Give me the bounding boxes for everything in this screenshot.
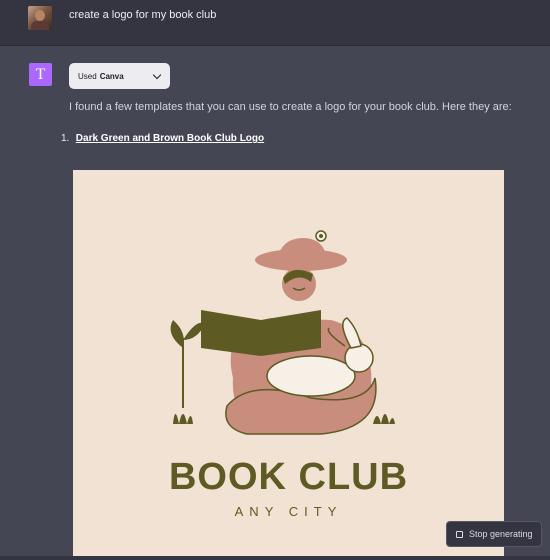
book-left-cover — [201, 310, 261, 356]
book-right-cover — [261, 310, 321, 356]
composer-edge — [0, 556, 550, 560]
stop-generating-button[interactable]: Stop generating — [446, 521, 542, 547]
grass-right — [373, 414, 395, 424]
list-item: 1. Dark Green and Brown Book Club Logo — [61, 133, 264, 144]
avatar-shirt — [31, 21, 49, 30]
stop-generating-label: Stop generating — [469, 529, 533, 539]
user-avatar — [28, 6, 52, 30]
logo-preview-image[interactable]: BOOK CLUB ANY CITY — [73, 170, 504, 560]
grass-left — [173, 414, 193, 424]
flower-center — [319, 234, 323, 238]
logo-title: BOOK CLUB — [168, 456, 409, 498]
plugin-prefix: Used — [78, 71, 97, 81]
plugin-used-dropdown[interactable]: Used Canva — [69, 63, 170, 89]
plant-leaf-left — [170, 320, 184, 348]
assistant-intro-text: I found a few templates that you can use… — [69, 101, 512, 113]
book-club-illustration — [170, 230, 395, 435]
avatar-face — [35, 10, 45, 21]
square-stop-icon — [456, 530, 463, 538]
list-number: 1. — [61, 133, 70, 144]
logo-subtitle: ANY CITY — [234, 504, 343, 519]
plugin-name: Canva — [99, 71, 124, 81]
bunny-head — [344, 343, 374, 373]
user-message-text: create a logo for my book club — [69, 9, 217, 21]
chevron-down-icon — [152, 70, 162, 80]
bunny-body — [266, 355, 356, 397]
assistant-avatar: T — [29, 63, 52, 86]
template-link[interactable]: Dark Green and Brown Book Club Logo — [76, 133, 264, 144]
user-message-row: create a logo for my book club — [0, 0, 550, 46]
